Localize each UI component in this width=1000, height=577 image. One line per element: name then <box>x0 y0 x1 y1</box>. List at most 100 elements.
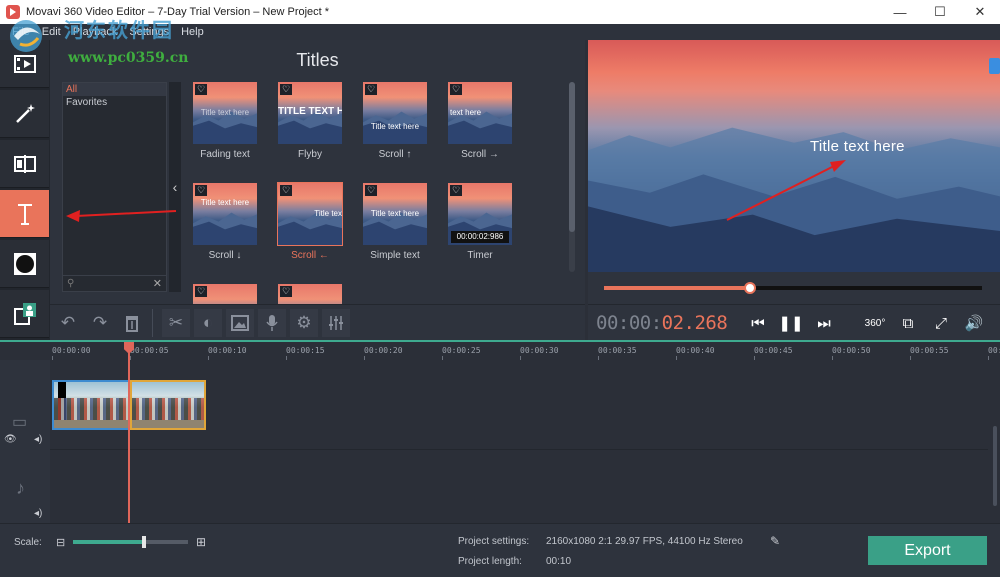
favorite-heart-icon[interactable]: ♡ <box>195 185 207 196</box>
image-icon <box>231 315 249 331</box>
ruler-tick-label: 00:00:40 <box>676 346 715 355</box>
split-button[interactable]: ✂ <box>162 309 190 337</box>
scrollbar-thumb[interactable] <box>569 82 575 232</box>
favorite-heart-icon[interactable]: ♡ <box>195 286 207 297</box>
video-clip[interactable] <box>52 380 130 430</box>
equalizer-button[interactable] <box>322 309 350 337</box>
clear-search-icon[interactable]: ✕ <box>153 277 162 290</box>
title-tile-scroll-down[interactable]: ♡ Title text here Scroll ↓ <box>190 183 260 261</box>
eye-visibility-icon[interactable]: 👁 <box>4 434 17 445</box>
skip-back-button[interactable]: ⏮ <box>743 308 773 338</box>
ruler-tick-mark <box>130 356 131 360</box>
redo-button[interactable]: ↷ <box>86 309 114 337</box>
skip-forward-icon: ⏭ <box>817 314 831 332</box>
favorite-heart-icon[interactable]: ♡ <box>280 185 292 196</box>
fullscreen-button[interactable]: ⤢ <box>926 308 956 338</box>
edit-pencil-icon[interactable]: ✎ <box>770 534 780 548</box>
scale-slider[interactable] <box>73 536 188 548</box>
favorite-heart-icon[interactable]: ♡ <box>365 84 377 95</box>
tile-thumbnail: ♡ 00:00:02:986 <box>448 183 512 245</box>
ruler-tick-mark <box>520 356 521 360</box>
tile-thumbnail: ♡ <box>278 284 342 304</box>
title-tile-simple-text[interactable]: ♡ Title text here Simple text <box>360 183 430 261</box>
tile-caption: Scroll → <box>461 149 499 160</box>
timeline-scrollbar[interactable] <box>991 358 999 523</box>
export-button[interactable]: Export <box>868 536 987 565</box>
favorite-heart-icon[interactable]: ♡ <box>365 185 377 196</box>
clip-properties-button[interactable]: ⚙ <box>290 309 318 337</box>
favorite-heart-icon[interactable]: ♡ <box>450 84 462 95</box>
video-preview[interactable]: Title text here <box>588 40 1000 272</box>
title-tile-scroll-up[interactable]: ♡ Title text here Scroll ↑ <box>360 82 430 160</box>
project-length-label: Project length: <box>458 556 522 567</box>
filters-button[interactable] <box>0 90 49 138</box>
playback-controls: 00:00:02.268 ⏮ ❚❚ ⏭ 360° ⧉ ⤢ 🔊 <box>588 304 1000 340</box>
category-favorites[interactable]: Favorites <box>63 96 166 109</box>
search-icon: ⚲ <box>67 278 75 289</box>
category-search[interactable]: ⚲ ✕ <box>63 275 166 291</box>
delete-button[interactable] <box>118 309 146 337</box>
favorite-heart-icon[interactable]: ♡ <box>280 286 292 297</box>
audio-track-volume-icon[interactable]: ◂) <box>34 508 42 519</box>
transitions-button[interactable] <box>0 140 49 188</box>
title-tile-scroll-left[interactable]: ♡ Title tex Scroll ← <box>275 182 345 261</box>
ruler-tick-mark <box>598 356 599 360</box>
side-tab-button[interactable] <box>989 58 1000 74</box>
callouts-button[interactable] <box>0 290 49 338</box>
contrast-icon: ◐ <box>202 313 214 332</box>
tile-caption: Scroll ↑ <box>378 149 412 160</box>
preview-title-text[interactable]: Title text here <box>810 138 905 155</box>
preview-seekbar[interactable] <box>588 272 1000 304</box>
scale-slider-handle[interactable] <box>142 536 147 548</box>
color-adjust-button[interactable]: ◐ <box>194 309 222 337</box>
collapse-panel-button[interactable]: ‹ <box>169 82 181 292</box>
detach-preview-button[interactable]: ⧉ <box>893 308 923 338</box>
playhead-line[interactable] <box>128 342 130 523</box>
vignette-icon <box>13 252 36 275</box>
tile-caption: Flyby <box>298 149 322 160</box>
title-tile-partial[interactable]: ♡ <box>190 284 260 304</box>
timeline-ruler[interactable]: 00:00:00 00:00:05 00:00:10 00:00:15 00:00:20… <box>50 342 1000 360</box>
maximize-button[interactable]: ☐ <box>920 0 960 24</box>
audio-track[interactable] <box>50 450 988 525</box>
ruler-tick-mark <box>676 356 677 360</box>
skip-forward-button[interactable]: ⏭ <box>809 308 839 338</box>
tile-overlay-text: TITLE TEXT H <box>278 106 342 117</box>
volume-button[interactable]: 🔊 <box>959 308 989 338</box>
edit-toolbar: ↶ ↷ ✂ ◐ ⚙ <box>50 304 585 340</box>
favorite-heart-icon[interactable]: ♡ <box>280 84 292 95</box>
menu-help[interactable]: Help <box>175 26 210 38</box>
tile-caption: Scroll ↓ <box>208 250 242 261</box>
seek-handle[interactable] <box>743 282 756 294</box>
title-tile-partial[interactable]: ♡ <box>275 284 345 304</box>
title-tile-flyby[interactable]: ♡ TITLE TEXT H Flyby <box>275 82 345 160</box>
track-volume-icon[interactable]: ◂) <box>34 434 42 445</box>
title-tile-scroll-right[interactable]: ♡ text here Scroll → <box>445 82 515 160</box>
category-all[interactable]: All <box>63 83 166 96</box>
undo-button[interactable]: ↶ <box>54 309 82 337</box>
pause-button[interactable]: ❚❚ <box>776 308 806 338</box>
seek-track[interactable] <box>604 282 982 294</box>
titles-scrollbar[interactable] <box>569 82 575 272</box>
minimize-button[interactable]: — <box>880 0 920 24</box>
favorite-heart-icon[interactable]: ♡ <box>195 84 207 95</box>
tile-thumbnail: ♡ Title text here <box>363 183 427 245</box>
title-tile-timer[interactable]: ♡ 00:00:02:986 Timer <box>445 183 515 261</box>
ruler-tick-label: 00:00:05 <box>130 346 169 355</box>
record-voice-button[interactable] <box>258 309 286 337</box>
zoom-in-icon[interactable]: ⊞ <box>196 535 206 549</box>
gear-icon: ⚙ <box>296 313 312 332</box>
ruler-tick-label: 00:00:55 <box>910 346 949 355</box>
pause-icon: ❚❚ <box>778 315 804 332</box>
view-360-button[interactable]: 360° <box>860 308 890 338</box>
stickers-button[interactable] <box>0 240 49 288</box>
title-tile-fading-text[interactable]: ♡ Title text here Fading text <box>190 82 260 160</box>
crop-image-button[interactable] <box>226 309 254 337</box>
close-button[interactable]: ✕ <box>960 0 1000 24</box>
zoom-out-icon[interactable]: ⊟ <box>56 536 65 549</box>
video-clip-selected[interactable] <box>130 380 206 430</box>
scrollbar-thumb[interactable] <box>993 426 997 506</box>
video-track[interactable] <box>50 376 988 450</box>
titles-button[interactable] <box>0 190 49 238</box>
favorite-heart-icon[interactable]: ♡ <box>450 185 462 196</box>
